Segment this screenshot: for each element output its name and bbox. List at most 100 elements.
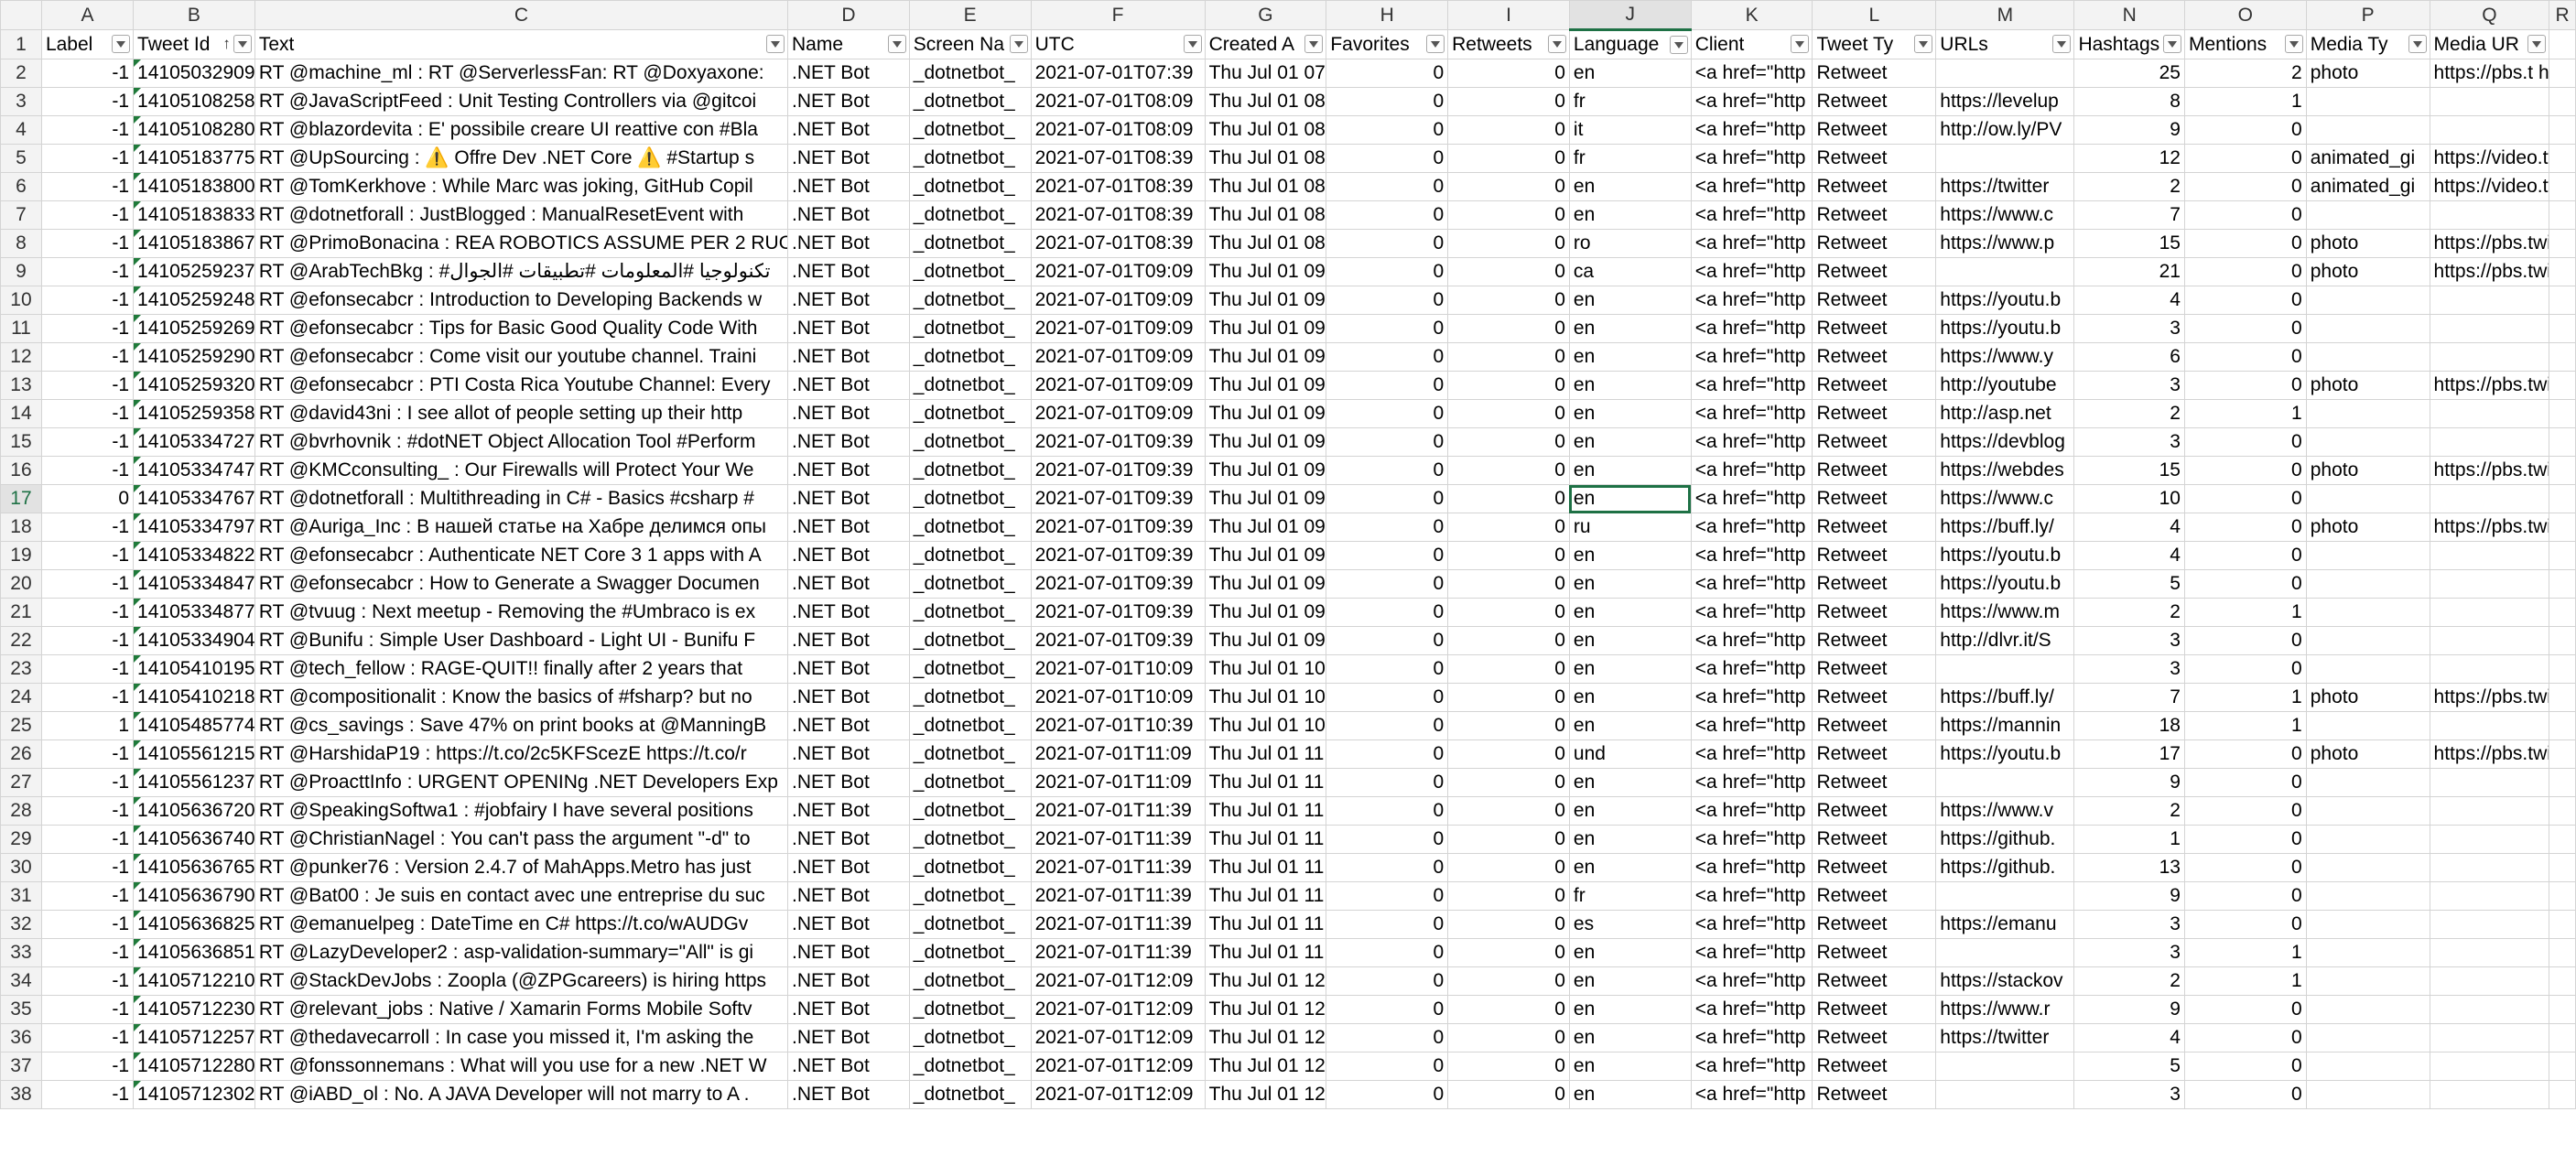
cell[interactable] xyxy=(2429,200,2550,230)
cell[interactable]: Thu Jul 01 12 xyxy=(1204,1080,1327,1109)
cell[interactable]: en xyxy=(1568,1052,1692,1081)
cell[interactable]: _dotnetbot_ xyxy=(908,59,1032,88)
cell[interactable]: 0 xyxy=(1447,938,1570,967)
cell[interactable]: 2021-07-01T09:09 xyxy=(1030,257,1206,286)
cell[interactable]: 5 xyxy=(2073,569,2185,599)
cell[interactable]: -1 xyxy=(40,399,135,428)
cell[interactable]: 1 xyxy=(2073,825,2185,854)
cell[interactable]: https://pbs.twimg.co xyxy=(2429,456,2550,485)
cell[interactable]: ca xyxy=(1568,257,1692,286)
cell[interactable]: RT @relevant_jobs : Native / Xamarin For… xyxy=(254,995,789,1024)
cell[interactable]: 14105636825 xyxy=(133,910,255,939)
row-number[interactable]: 16 xyxy=(0,456,42,485)
cell[interactable]: .NET Bot xyxy=(787,87,910,116)
column-header-n[interactable]: N xyxy=(2073,0,2185,30)
cell[interactable] xyxy=(1935,59,2075,88)
cell[interactable]: Thu Jul 01 11 xyxy=(1204,825,1327,854)
cell[interactable]: -1 xyxy=(40,342,135,372)
cell[interactable]: 0 xyxy=(2183,371,2307,400)
cell[interactable]: 1 xyxy=(2183,966,2307,996)
cell[interactable]: 0 xyxy=(1447,115,1570,145)
cell[interactable]: .NET Bot xyxy=(787,144,910,173)
cell[interactable]: en xyxy=(1568,427,1692,457)
cell[interactable]: _dotnetbot_ xyxy=(908,427,1032,457)
cell[interactable]: https://buff.ly/ xyxy=(1935,513,2075,542)
column-header-j[interactable]: J xyxy=(1568,0,1692,31)
row-number[interactable]: 34 xyxy=(0,966,42,996)
cell[interactable]: .NET Bot xyxy=(787,229,910,258)
cell[interactable]: _dotnetbot_ xyxy=(908,598,1032,627)
row-number[interactable]: 38 xyxy=(0,1080,42,1109)
cell[interactable] xyxy=(2549,796,2576,826)
row-number[interactable]: 8 xyxy=(0,229,42,258)
cell[interactable]: <a href="http xyxy=(1690,1052,1813,1081)
cell[interactable] xyxy=(2305,598,2430,627)
cell[interactable]: 0 xyxy=(1447,825,1570,854)
cell[interactable]: 3 xyxy=(2073,654,2185,684)
cell[interactable]: 0 xyxy=(2183,881,2307,911)
cell[interactable] xyxy=(2305,910,2430,939)
cell[interactable]: 2021-07-01T11:39 xyxy=(1030,825,1206,854)
cell[interactable]: <a href="http xyxy=(1690,371,1813,400)
cell[interactable] xyxy=(1935,768,2075,797)
cell[interactable]: https://www.y xyxy=(1935,342,2075,372)
cell[interactable]: photo xyxy=(2305,683,2430,712)
cell[interactable]: 14105636740 xyxy=(133,825,255,854)
cell[interactable]: -1 xyxy=(40,966,135,996)
cell[interactable]: en xyxy=(1568,626,1692,655)
row-number[interactable]: 35 xyxy=(0,995,42,1024)
cell[interactable]: it xyxy=(1568,115,1692,145)
cell[interactable]: <a href="http xyxy=(1690,598,1813,627)
cell[interactable]: 0 xyxy=(1326,286,1449,315)
cell[interactable]: Thu Jul 01 08 xyxy=(1204,229,1327,258)
cell[interactable]: .NET Bot xyxy=(787,910,910,939)
cell[interactable]: .NET Bot xyxy=(787,881,910,911)
cell[interactable]: <a href="http xyxy=(1690,796,1813,826)
cell[interactable]: 0 xyxy=(1326,626,1449,655)
cell[interactable]: 0 xyxy=(1447,229,1570,258)
row-number[interactable]: 22 xyxy=(0,626,42,655)
row-number[interactable]: 1 xyxy=(0,29,42,59)
cell[interactable]: 0 xyxy=(2183,144,2307,173)
cell[interactable]: 2021-07-01T08:39 xyxy=(1030,200,1206,230)
cell[interactable]: <a href="http xyxy=(1690,825,1813,854)
cell[interactable] xyxy=(2429,853,2550,882)
cell[interactable] xyxy=(2549,853,2576,882)
cell[interactable]: es xyxy=(1568,910,1692,939)
cell[interactable]: -1 xyxy=(40,541,135,570)
cell[interactable]: RT @UpSourcing : ⚠️ Offre Dev .NET Core … xyxy=(254,144,789,173)
cell[interactable]: RT @SpeakingSoftwa1 : #jobfairy I have s… xyxy=(254,796,789,826)
cell[interactable]: 7 xyxy=(2073,683,2185,712)
cell[interactable]: en xyxy=(1568,200,1692,230)
cell[interactable]: RT @PrimoBonacina : REA ROBOTICS ASSUME … xyxy=(254,229,789,258)
column-header-k[interactable]: K xyxy=(1690,0,1813,30)
cell[interactable] xyxy=(2429,484,2550,513)
cell[interactable]: 2021-07-01T10:09 xyxy=(1030,683,1206,712)
cell[interactable]: Thu Jul 01 09 xyxy=(1204,257,1327,286)
cell[interactable]: 0 xyxy=(1447,371,1570,400)
cell[interactable] xyxy=(2549,598,2576,627)
cell[interactable]: 0 xyxy=(1326,654,1449,684)
cell[interactable]: 2021-07-01T09:09 xyxy=(1030,286,1206,315)
cell[interactable]: Retweet xyxy=(1812,144,1937,173)
cell[interactable] xyxy=(2305,342,2430,372)
cell[interactable]: 0 xyxy=(2183,910,2307,939)
cell[interactable] xyxy=(2429,995,2550,1024)
cell[interactable]: 14105334747 xyxy=(133,456,255,485)
cell[interactable] xyxy=(2305,1023,2430,1052)
header-cell[interactable]: Client xyxy=(1690,29,1813,59)
row-number[interactable]: 28 xyxy=(0,796,42,826)
cell[interactable]: https://pbs.twimg.co xyxy=(2429,371,2550,400)
filter-dropdown-icon[interactable] xyxy=(2284,35,2303,53)
cell[interactable]: 25 xyxy=(2073,59,2185,88)
cell[interactable]: -1 xyxy=(40,938,135,967)
cell[interactable]: <a href="http xyxy=(1690,853,1813,882)
row-number[interactable]: 11 xyxy=(0,314,42,343)
cell[interactable]: <a href="http xyxy=(1690,427,1813,457)
cell[interactable]: RT @tvuug : Next meetup - Removing the #… xyxy=(254,598,789,627)
cell[interactable]: Retweet xyxy=(1812,513,1937,542)
cell[interactable]: <a href="http xyxy=(1690,683,1813,712)
cell[interactable]: RT @machine_ml : RT @ServerlessFan: RT @… xyxy=(254,59,789,88)
row-number[interactable]: 6 xyxy=(0,172,42,201)
cell[interactable]: Thu Jul 01 10 xyxy=(1204,711,1327,740)
